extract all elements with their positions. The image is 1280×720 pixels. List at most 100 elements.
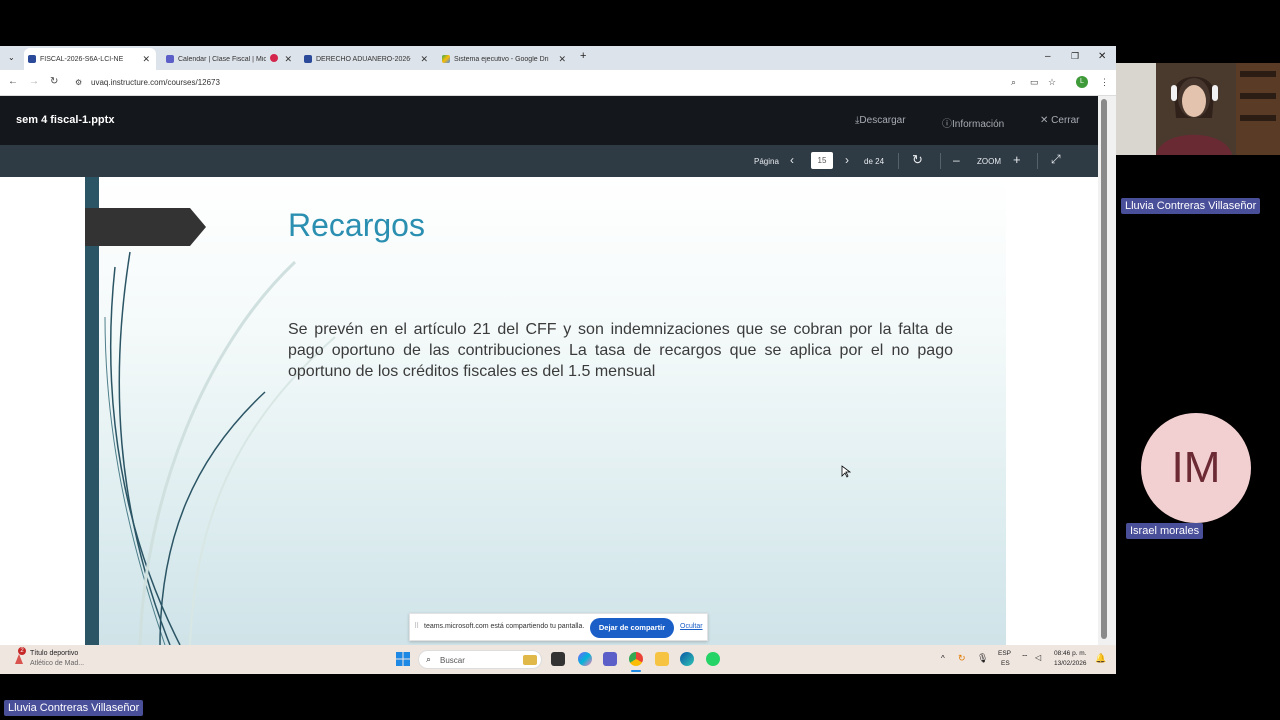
back-icon[interactable]: ← [8, 76, 18, 87]
shared-screen: ⌄ FISCAL-2026-S6A-LCI-NE ✕ Calendar | Cl… [0, 46, 1116, 674]
minimize-icon[interactable]: – [1045, 51, 1051, 62]
slide: Recargos Se prevén en el artículo 21 del… [85, 177, 1006, 645]
file-name: sem 4 fiscal-1.pptx [16, 114, 115, 126]
menu-kebab-icon[interactable]: ⋮ [1100, 77, 1109, 88]
windows-start-icon[interactable] [396, 652, 410, 671]
tab-label: DERECHO ADUANERO-2026-S [316, 55, 411, 63]
clock-time[interactable]: 08:46 p. m. [1054, 650, 1087, 657]
rotate-icon[interactable]: ↻ [912, 152, 923, 168]
close-icon: ✕ [1040, 115, 1052, 126]
tab-derecho[interactable]: DERECHO ADUANERO-2026-S ✕ [300, 48, 434, 70]
file-viewer-header: sem 4 fiscal-1.pptx ⤓Descargar ⓘInformac… [0, 96, 1098, 145]
tab-label: Sistema ejecutivo - Google Dri [454, 55, 549, 63]
maximize-icon[interactable]: ❐ [1071, 51, 1079, 62]
share-notice-text: teams.microsoft.com está compartiendo tu… [424, 623, 585, 630]
close-icon[interactable]: ✕ [142, 54, 150, 65]
download-button[interactable]: ⤓Descargar [855, 115, 906, 126]
search-placeholder: Buscar [440, 656, 465, 665]
news-badge: 2 [18, 647, 26, 655]
cast-icon[interactable]: ▭ [1030, 77, 1039, 88]
toolbar-divider [898, 153, 899, 169]
close-icon[interactable]: ✕ [420, 54, 428, 65]
file-explorer-icon[interactable] [655, 652, 669, 666]
news-title[interactable]: Título deportivo [30, 650, 78, 657]
close-icon[interactable]: ✕ [558, 54, 566, 65]
forward-icon[interactable]: → [29, 76, 39, 87]
info-label: Información [952, 119, 1005, 130]
screen-share-notice: ⠿ teams.microsoft.com está compartiendo … [409, 613, 708, 641]
profile-avatar[interactable]: L [1076, 76, 1088, 88]
viewer-toolbar: Página ‹ 15 › de 24 ↻ – ZOOM + ⤢ [0, 145, 1098, 177]
toolbar-divider [940, 153, 941, 169]
browser-toolbar: ← → ↻ ⚙ uvaq.instructure.com/courses/126… [0, 70, 1116, 96]
page-count: de 24 [864, 157, 885, 166]
toolbar-divider [1037, 153, 1038, 169]
canvas-favicon-icon [28, 55, 36, 63]
notification-bell-icon[interactable]: 🔔 [1095, 653, 1106, 664]
zoom-in-icon[interactable]: + [1013, 152, 1021, 167]
presenter-name-tag: Lluvia Contreras Villaseñor [1121, 198, 1261, 214]
previous-page-icon[interactable]: ‹ [790, 153, 794, 167]
wifi-icon[interactable]: ⌔ [1021, 653, 1029, 663]
whatsapp-icon[interactable] [706, 652, 720, 666]
task-view-icon[interactable] [551, 652, 565, 666]
mouse-cursor-icon [841, 465, 851, 478]
presenter-video [1116, 63, 1280, 155]
browser-tab-strip: ⌄ FISCAL-2026-S6A-LCI-NE ✕ Calendar | Cl… [0, 46, 1116, 70]
page-number-input[interactable]: 15 [811, 152, 833, 169]
presenter-video-image [1116, 63, 1280, 155]
tray-sync-icon[interactable]: ↻ [958, 653, 966, 664]
close-viewer-button[interactable]: ✕ Cerrar [1040, 115, 1080, 126]
clock-date: 13/02/2026 [1054, 660, 1087, 667]
close-icon[interactable]: ✕ [284, 54, 292, 65]
reload-icon[interactable]: ↻ [50, 76, 58, 87]
tab-fiscal[interactable]: FISCAL-2026-S6A-LCI-NE ✕ [24, 48, 156, 70]
volume-icon[interactable]: ◁ [1035, 653, 1041, 662]
language-top[interactable]: ESP [998, 650, 1011, 657]
tab-calendar[interactable]: Calendar | Clase Fiscal | Mic ✕ [162, 48, 298, 70]
scrollbar-thumb[interactable] [1101, 99, 1107, 639]
drag-handle-icon[interactable]: ⠿ [414, 622, 419, 630]
download-label: Descargar [859, 115, 906, 126]
new-tab-icon[interactable]: + [580, 50, 586, 62]
recording-icon [270, 54, 278, 62]
chrome-icon[interactable] [629, 652, 643, 666]
slide-decoration [85, 208, 336, 645]
site-info-icon[interactable]: ⚙ [75, 78, 82, 87]
news-subtitle: Atlético de Mad... [30, 660, 85, 667]
teams-icon[interactable] [603, 652, 617, 666]
address-bar[interactable]: uvaq.instructure.com/courses/12673 [91, 78, 220, 87]
microphone-icon[interactable]: 🎙 [977, 653, 988, 664]
participant-avatar: IM [1141, 413, 1251, 523]
drive-favicon-icon [442, 55, 450, 63]
copilot-icon[interactable] [578, 652, 592, 666]
tray-chevron-icon[interactable]: ^ [941, 654, 945, 663]
next-page-icon[interactable]: › [845, 153, 849, 167]
participant-name-tag: Israel morales [1126, 523, 1204, 539]
hide-link[interactable]: Ocultar [680, 623, 703, 630]
self-name-tag: Lluvia Contreras Villaseñor [4, 700, 144, 716]
active-app-indicator [631, 670, 641, 672]
taskbar-search[interactable]: ⌕ Buscar [418, 650, 542, 669]
info-button[interactable]: ⓘInformación [942, 115, 1004, 130]
language-bottom: ES [1001, 660, 1010, 667]
close-label: Cerrar [1051, 115, 1080, 126]
zoom-label: ZOOM [977, 157, 1001, 166]
window-close-icon[interactable]: ✕ [1098, 51, 1106, 62]
teams-favicon-icon [166, 55, 174, 63]
fullscreen-icon[interactable]: ⤢ [1051, 152, 1061, 167]
zoom-out-icon[interactable]: – [953, 153, 960, 167]
search-highlight-icon [523, 655, 537, 665]
slide-body: Se prevén en el artículo 21 del CFF y so… [288, 321, 953, 380]
edge-icon[interactable] [680, 652, 694, 666]
zoom-icon[interactable]: ⌕ [1011, 77, 1016, 88]
stop-sharing-button[interactable]: Dejar de compartir [590, 618, 674, 638]
tab-search-icon[interactable]: ⌄ [8, 53, 15, 62]
search-icon: ⌕ [426, 654, 432, 664]
page-label: Página [754, 157, 779, 166]
slide-title: Recargos [288, 207, 425, 243]
info-icon: ⓘ [942, 119, 952, 130]
bookmark-star-icon[interactable]: ☆ [1048, 77, 1056, 88]
tab-drive[interactable]: Sistema ejecutivo - Google Dri ✕ [438, 48, 572, 70]
canvas-favicon-icon [304, 55, 312, 63]
